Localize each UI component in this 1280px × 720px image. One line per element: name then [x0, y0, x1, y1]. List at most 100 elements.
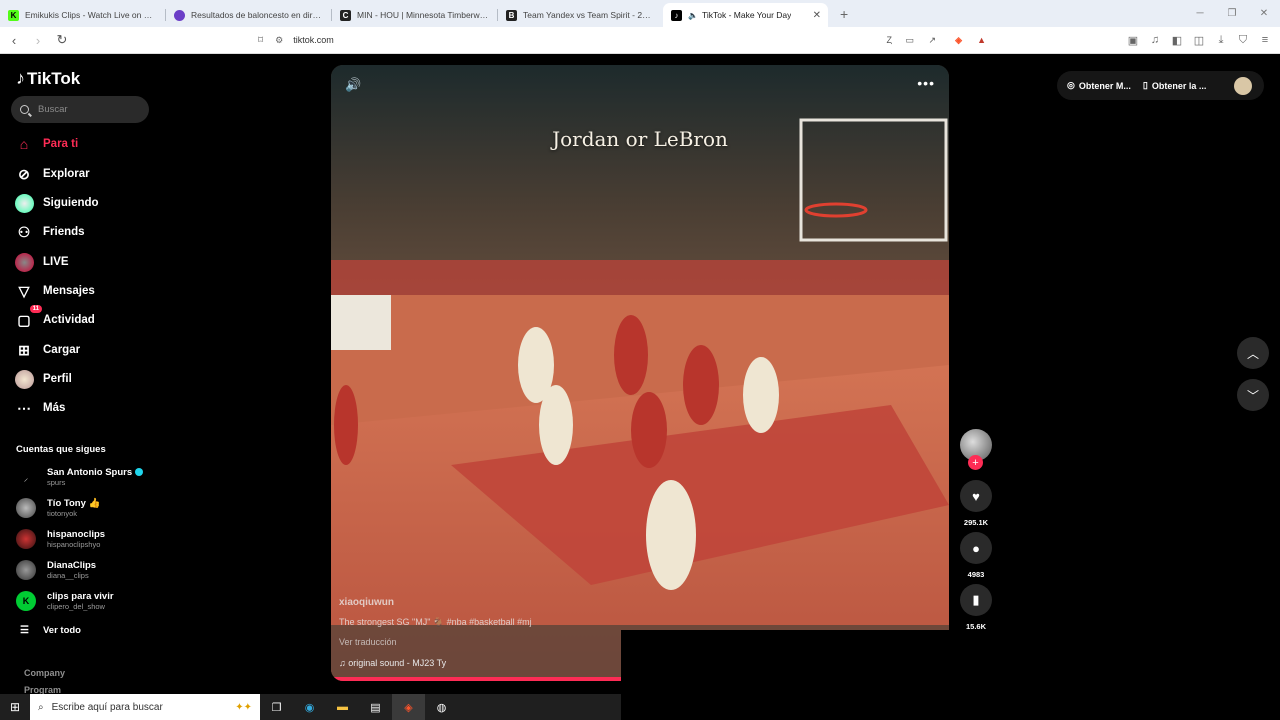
like-action[interactable]: ♥ 295.1K — [960, 480, 992, 527]
brave-shield-icon[interactable]: ◈ — [955, 35, 962, 46]
download-icon[interactable]: ⤓ — [1214, 34, 1228, 47]
forward-icon[interactable]: › — [28, 30, 48, 50]
share-icon[interactable]: ↗ — [928, 35, 936, 46]
media-icon[interactable]: ♫ — [1148, 34, 1162, 46]
phone-icon: ▯ — [1142, 80, 1148, 90]
get-app-button[interactable]: ▯ Obtener la ... — [1143, 80, 1206, 91]
bookmark-icon[interactable]: ⌑ — [258, 35, 263, 46]
screen-share-icon[interactable]: ▭ — [905, 35, 914, 46]
browser-tools: ▣ ♫ ◧ ◫ ⤓ ⛉ ≡ — [1126, 34, 1272, 47]
vpn-icon[interactable]: ⛉ — [1236, 34, 1250, 47]
video-info: xiaoqiuwun The strongest SG "MJ" 🐐 #nba … — [339, 597, 532, 668]
followed-account[interactable]: DianaClips diana__clips — [16, 560, 96, 580]
address-bar[interactable]: ⌑ ⚙ tiktok.com Ȥ ▭ ↗ ◈ ▲ — [258, 30, 1000, 50]
store-icon[interactable]: ▤ — [359, 694, 392, 720]
nav-explore[interactable]: ⊘ Explorar — [14, 164, 90, 184]
close-tab-icon[interactable]: ✕ — [813, 10, 821, 21]
account-handle: diana__clips — [47, 571, 89, 580]
user-avatar[interactable] — [1234, 76, 1252, 95]
see-all-link[interactable]: ☰ Ver todo — [20, 625, 81, 636]
translate-link[interactable]: Ver traducción — [339, 637, 532, 647]
nav-profile[interactable]: Perfil — [14, 369, 72, 389]
followed-account[interactable]: Tío Tony 👍 tiotonyok — [16, 498, 100, 518]
brave-rewards-icon[interactable]: ▲ — [977, 35, 986, 45]
followed-account[interactable]: K clips para vivir clipero_del_show — [16, 591, 114, 611]
windows-start-icon[interactable]: ⊞ — [0, 700, 30, 714]
browser-tab-active[interactable]: ♪ 🔈 TikTok - Make Your Day ✕ — [663, 3, 828, 27]
nav-label: Cargar — [43, 344, 81, 356]
account-avatar — [16, 529, 36, 549]
next-video-button[interactable]: ﹀ — [1237, 379, 1269, 411]
nav-for-you[interactable]: ⌂ Para ti — [14, 134, 78, 154]
wallet-icon[interactable]: ▣ — [1126, 34, 1140, 47]
volume-icon[interactable]: 🔊 — [345, 77, 361, 93]
comment-action[interactable]: ● 4983 — [960, 532, 992, 579]
sound-link[interactable]: ♫ original sound - MJ23 Ty — [339, 658, 532, 668]
taskbar-search-input[interactable]: ⌕ Escribe aquí para buscar ✦✦ — [30, 694, 260, 720]
account-name: hispanoclips — [47, 529, 106, 540]
browser-tab[interactable]: C MIN - HOU | Minnesota Timberwolves — [332, 3, 497, 27]
get-app-label: Obtener la ... — [1151, 80, 1207, 91]
followed-account[interactable]: hispanoclips hispanoclipshyo — [16, 529, 105, 549]
nav-activity[interactable]: ▢ 11 Actividad — [14, 305, 95, 330]
profile-avatar — [14, 369, 34, 389]
site-info-icon[interactable]: ⚙ — [275, 35, 283, 46]
bookmark-icon[interactable]: ▮ — [960, 584, 992, 616]
browser-tab[interactable]: Resultados de baloncesto en directo — [166, 3, 331, 27]
nav-friends[interactable]: ⚇ Friends — [14, 222, 85, 242]
search-input[interactable]: Buscar — [11, 96, 149, 123]
activity-badge: 11 — [29, 305, 42, 313]
video-progress-bar[interactable] — [331, 677, 622, 681]
new-tab-icon[interactable]: + — [840, 6, 848, 22]
menu-icon[interactable]: ≡ — [1258, 34, 1272, 46]
previous-video-button[interactable]: ︿ — [1237, 337, 1269, 369]
browser-tab[interactable]: K Emikukis Clips - Watch Live on Kick — [0, 3, 165, 27]
top-right-actions: ◎ Obtener M... ▯ Obtener la ... — [1057, 71, 1264, 100]
video-player[interactable]: 🔊 ••• Jordan or LeBron xiaoqiuwun The st… — [331, 65, 949, 681]
home-icon: ⌂ — [19, 136, 29, 152]
nav-messages[interactable]: ▽ Mensajes — [14, 281, 95, 301]
heart-icon[interactable]: ♥ — [960, 480, 992, 512]
nav-following[interactable]: Siguiendo — [14, 193, 99, 213]
followed-account[interactable]: ⸝ San Antonio Spurs spurs — [16, 467, 144, 487]
follow-plus-icon[interactable]: + — [968, 455, 983, 470]
brave-browser-icon[interactable]: ◈ — [392, 694, 425, 720]
nav-upload[interactable]: ⊞ Cargar — [14, 340, 80, 360]
back-icon[interactable]: ‹ — [4, 30, 24, 50]
sidebar-icon[interactable]: ◧ — [1170, 34, 1184, 47]
nav-label: Siguiendo — [43, 197, 99, 209]
comment-icon[interactable]: ● — [960, 532, 992, 564]
live-icon — [14, 252, 34, 272]
spurs-avatar: ⸝ — [23, 472, 29, 483]
account-avatar — [16, 560, 36, 580]
search-icon: ⌕ — [38, 701, 44, 713]
leo-icon[interactable]: ◫ — [1192, 34, 1206, 47]
messages-icon: ▽ — [18, 282, 30, 299]
save-action[interactable]: ▮ 15.6K — [960, 584, 992, 631]
minimize-icon[interactable]: ─ — [1184, 0, 1216, 27]
nav-more[interactable]: ⋯ Más — [14, 398, 65, 418]
video-author[interactable]: xiaoqiuwun — [339, 597, 532, 608]
app-icon[interactable]: ◍ — [425, 694, 458, 720]
browser-tab-strip: K Emikukis Clips - Watch Live on Kick Re… — [0, 0, 1280, 27]
copilot-icon[interactable]: ◉ — [293, 694, 326, 720]
translate-icon[interactable]: Ȥ — [887, 35, 893, 45]
account-handle: clipero_del_show — [47, 602, 105, 611]
close-window-icon[interactable]: ✕ — [1248, 0, 1280, 27]
url-text[interactable]: tiktok.com — [293, 35, 334, 45]
tiktok-logo[interactable]: ♪ TikTok — [16, 68, 80, 89]
get-coins-button[interactable]: ◎ Obtener M... — [1067, 80, 1131, 91]
search-placeholder: Buscar — [38, 104, 68, 115]
task-view-icon[interactable]: ❐ — [260, 694, 293, 720]
footer-link-company[interactable]: Company — [24, 668, 65, 678]
reload-icon[interactable]: ↻ — [52, 30, 72, 50]
verified-icon — [135, 468, 144, 477]
tiktok-sidebar: ♪ TikTok Buscar ⌂ Para ti ⊘ Explorar Sig… — [0, 54, 165, 695]
more-options-icon[interactable]: ••• — [917, 75, 935, 91]
restore-icon[interactable]: ❐ — [1216, 0, 1248, 27]
browser-tab[interactable]: B Team Yandex vs Team Spirit - 26/03/2 — [498, 3, 663, 27]
see-all-label: Ver todo — [42, 625, 81, 636]
nav-live[interactable]: LIVE — [14, 252, 69, 272]
file-explorer-icon[interactable]: ▬ — [326, 694, 359, 720]
tiktok-note-icon: ♪ — [16, 68, 25, 88]
